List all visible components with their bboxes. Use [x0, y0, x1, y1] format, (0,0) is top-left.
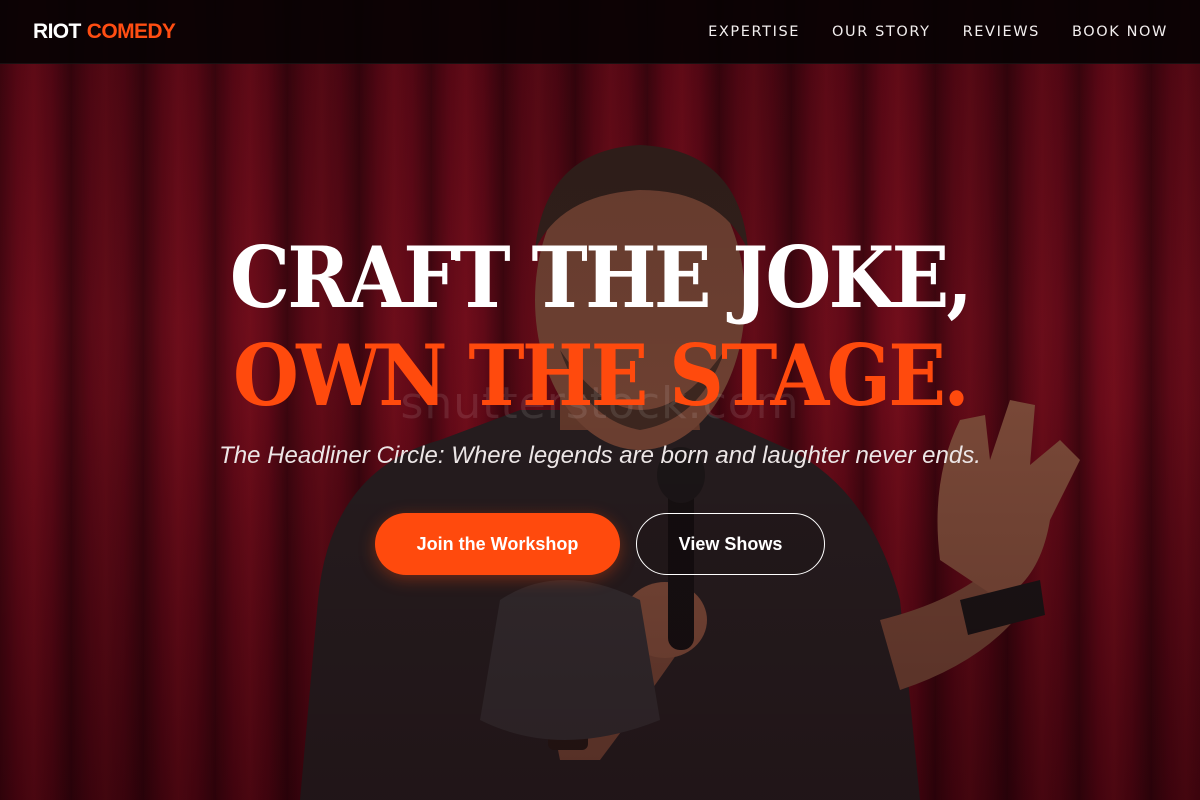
nav-link-book-now[interactable]: BOOK NOW [1072, 24, 1168, 40]
hero-headline-line1: CRAFT THE JOKE, [229, 228, 973, 327]
hero-headline-line2: OWN THE STAGE. [233, 326, 970, 425]
hero-section: CRAFT THE JOKE, OWN THE STAGE. The Headl… [0, 0, 1200, 800]
main-nav: EXPERTISE OUR STORY REVIEWS BOOK NOW [708, 24, 1168, 40]
logo[interactable]: RIOT COMEDY [33, 19, 176, 44]
nav-link-reviews[interactable]: REVIEWS [963, 24, 1040, 40]
logo-text-primary: RIOT [33, 19, 81, 43]
hero-tagline: The Headliner Circle: Where legends are … [219, 442, 981, 469]
nav-link-expertise[interactable]: EXPERTISE [708, 24, 800, 40]
navbar: RIOT COMEDY EXPERTISE OUR STORY REVIEWS … [0, 0, 1200, 64]
nav-link-our-story[interactable]: OUR STORY [832, 24, 931, 40]
view-shows-button[interactable]: View Shows [636, 513, 825, 575]
join-workshop-button[interactable]: Join the Workshop [375, 513, 620, 575]
logo-text-accent: COMEDY [86, 19, 176, 43]
